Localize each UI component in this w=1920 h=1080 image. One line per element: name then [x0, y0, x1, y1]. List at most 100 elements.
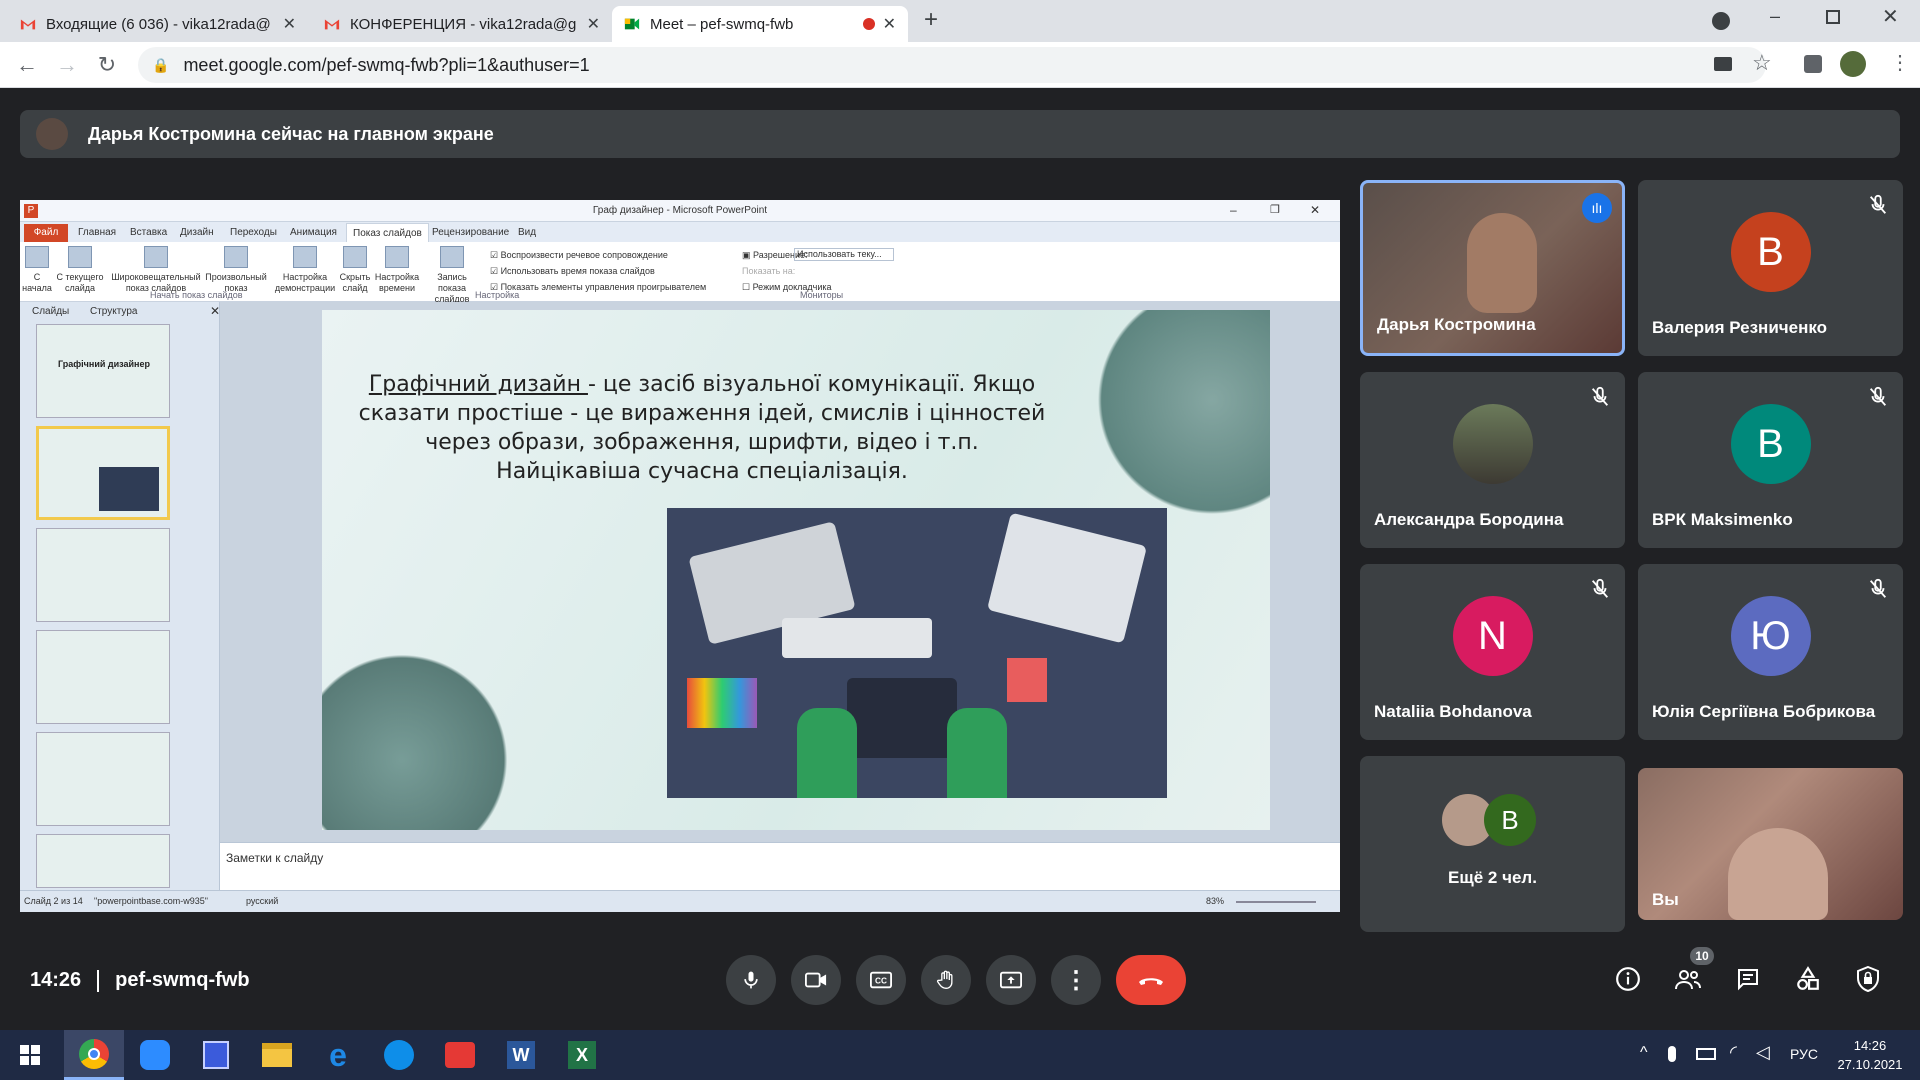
participant-tile[interactable]: В Валерия Резниченко: [1638, 180, 1903, 356]
slide-thumbnail[interactable]: Графічний дизайнер: [36, 324, 170, 418]
checkbox-timings[interactable]: ☑ Использовать время показа слайдов: [490, 266, 655, 277]
setup-show-button[interactable]: Настройка демонстрации: [274, 246, 336, 294]
participant-tile[interactable]: В ВРК Maksimenko: [1638, 372, 1903, 548]
close-icon[interactable]: ✕: [283, 14, 296, 34]
microphone-button[interactable]: [726, 955, 776, 1005]
tray-mic-icon[interactable]: [1668, 1046, 1676, 1062]
tray-wifi-icon[interactable]: ◜: [1730, 1042, 1737, 1063]
browser-tab-conference[interactable]: КОНФЕРЕНЦИЯ - vika12rada@g ✕: [312, 6, 612, 42]
close-icon[interactable]: ✕: [883, 14, 896, 34]
participant-tile[interactable]: N Nataliia Bohdanova: [1360, 564, 1625, 740]
tab-outline[interactable]: Структура: [90, 306, 137, 317]
chat-button[interactable]: [1728, 959, 1768, 999]
participant-name: Вы: [1652, 890, 1679, 909]
tab-file[interactable]: Файл: [24, 224, 68, 242]
tab-review[interactable]: Рецензирование: [432, 227, 509, 238]
zoom-slider[interactable]: [1236, 901, 1316, 903]
more-options-button[interactable]: ⋮: [1051, 955, 1101, 1005]
leave-call-button[interactable]: [1116, 955, 1186, 1005]
slide-thumbnail[interactable]: [36, 732, 170, 826]
taskbar-anydesk[interactable]: [430, 1030, 490, 1080]
host-controls-button[interactable]: [1848, 959, 1888, 999]
extensions-icon[interactable]: [1804, 55, 1822, 73]
taskbar-save-app[interactable]: [186, 1030, 246, 1080]
close-icon[interactable]: ✕: [587, 14, 600, 34]
close-button[interactable]: ✕: [1310, 203, 1320, 217]
activities-button[interactable]: [1788, 959, 1828, 999]
taskbar-edge[interactable]: e: [308, 1030, 368, 1080]
raise-hand-button[interactable]: [921, 955, 971, 1005]
close-window-button[interactable]: ✕: [1882, 4, 1899, 29]
checkbox-media-controls[interactable]: ☑ Показать элементы управления проигрыва…: [490, 282, 706, 293]
captions-button[interactable]: CC: [856, 955, 906, 1005]
taskbar-teamviewer[interactable]: [369, 1030, 429, 1080]
taskbar-word[interactable]: W: [491, 1030, 551, 1080]
participant-name: ВРК Maksimenko: [1652, 510, 1793, 529]
tab-home[interactable]: Главная: [78, 227, 116, 238]
more-participants-tile[interactable]: В Ещё 2 чел.: [1360, 756, 1625, 932]
self-view-tile[interactable]: Вы: [1638, 768, 1903, 920]
participants-button[interactable]: 10: [1668, 947, 1714, 999]
minimize-button[interactable]: –: [1230, 203, 1237, 217]
taskbar-chrome[interactable]: [64, 1030, 124, 1080]
notes-pane[interactable]: Заметки к слайду: [220, 842, 1340, 890]
custom-show-button[interactable]: Произвольный показ: [204, 246, 268, 294]
camera-button[interactable]: [791, 955, 841, 1005]
tab-slideshow[interactable]: Показ слайдов: [346, 223, 429, 242]
tab-slides[interactable]: Слайды: [32, 306, 69, 317]
bookmark-star-icon[interactable]: ☆: [1752, 50, 1772, 76]
gmail-icon: [20, 16, 36, 32]
tray-clock[interactable]: 14:26 27.10.2021: [1830, 1036, 1910, 1074]
hide-slide-button[interactable]: Скрыть слайд: [338, 246, 372, 294]
reload-button[interactable]: ↻: [92, 50, 122, 80]
present-screen-button[interactable]: [986, 955, 1036, 1005]
participant-tile-speaking[interactable]: ılı Дарья Костромина: [1360, 180, 1625, 356]
tab-search-button[interactable]: [1712, 12, 1730, 30]
forward-button[interactable]: →: [52, 50, 82, 80]
tray-chevron-icon[interactable]: ^: [1640, 1044, 1648, 1062]
minimize-button[interactable]: –: [1770, 6, 1780, 27]
taskbar-excel[interactable]: X: [552, 1030, 612, 1080]
tab-animation[interactable]: Анимация: [290, 227, 337, 238]
tray-volume-icon[interactable]: ◁: [1756, 1042, 1770, 1063]
profile-avatar[interactable]: [1840, 51, 1866, 77]
restore-button[interactable]: ❐: [1270, 203, 1280, 216]
camera-in-use-icon[interactable]: [1714, 57, 1732, 71]
taskbar-explorer[interactable]: [247, 1030, 307, 1080]
slide-thumbnail-selected[interactable]: [36, 426, 170, 520]
tray-language[interactable]: РУС: [1790, 1046, 1818, 1062]
avatar: Ю: [1730, 596, 1811, 676]
from-start-button[interactable]: С начала: [22, 246, 52, 294]
participant-name: Ещё 2 чел.: [1448, 868, 1537, 887]
participant-video: [1467, 213, 1537, 313]
tab-transitions[interactable]: Переходы: [230, 227, 277, 238]
tray-battery-icon[interactable]: [1696, 1048, 1716, 1060]
maximize-button[interactable]: [1826, 10, 1840, 24]
from-current-button[interactable]: С текущего слайда: [56, 246, 104, 294]
rehearse-button[interactable]: Настройка времени: [374, 246, 420, 294]
close-panel-icon[interactable]: ✕: [210, 304, 220, 318]
start-button[interactable]: [0, 1030, 60, 1080]
tab-insert[interactable]: Вставка: [130, 227, 167, 238]
slide-thumbnail[interactable]: [36, 528, 170, 622]
address-bar[interactable]: 🔒 meet.google.com/pef-swmq-fwb?pli=1&aut…: [138, 47, 1766, 83]
browser-menu-icon[interactable]: ⋮: [1890, 50, 1910, 75]
browser-tab-inbox[interactable]: Входящие (6 036) - vika12rada@ ✕: [8, 6, 308, 42]
slide-thumbnail[interactable]: [36, 630, 170, 724]
taskbar-zoom[interactable]: [125, 1030, 185, 1080]
windows-logo-icon: [20, 1045, 40, 1065]
tab-design[interactable]: Дизайн: [180, 227, 214, 238]
browser-tab-meet[interactable]: Meet – pef-swmq-fwb ✕: [612, 6, 908, 42]
broadcast-button[interactable]: Широковещательный показ слайдов: [110, 246, 202, 294]
meeting-details-button[interactable]: [1608, 959, 1648, 999]
ppt-status-bar: Слайд 2 из 14 "powerpointbase.com-w935" …: [20, 890, 1340, 912]
new-tab-button[interactable]: +: [924, 6, 938, 34]
participant-tile[interactable]: Ю Юлія Сергіївна Бобрикова: [1638, 564, 1903, 740]
back-button[interactable]: ←: [12, 50, 42, 80]
participant-tile[interactable]: Александра Бородина: [1360, 372, 1625, 548]
tab-view[interactable]: Вид: [518, 227, 536, 238]
record-show-button[interactable]: Запись показа слайдов: [422, 246, 482, 305]
slide-thumbnail[interactable]: [36, 834, 170, 888]
resolution-select[interactable]: Использовать теку...: [794, 248, 894, 261]
checkbox-narration[interactable]: ☑ Воспроизвести речевое сопровождение: [490, 250, 668, 261]
